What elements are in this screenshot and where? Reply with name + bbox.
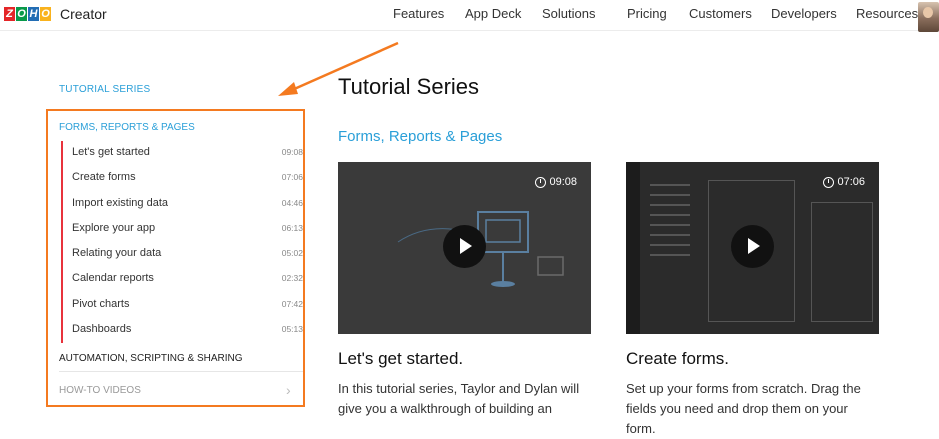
ui-line	[650, 244, 690, 246]
section-subtitle: Forms, Reports & Pages	[338, 128, 503, 145]
nav-resources[interactable]: Resources	[856, 6, 918, 21]
lesson-label: Dashboards	[72, 323, 132, 336]
lesson-duration: 07:42	[281, 298, 303, 309]
app-sidebar-graphic	[626, 162, 640, 334]
nav-pricing[interactable]: Pricing	[627, 6, 667, 21]
lesson-label: Import existing data	[72, 196, 168, 209]
ui-box	[811, 202, 873, 322]
video-time: 07:06	[837, 176, 865, 188]
play-icon[interactable]	[731, 225, 774, 268]
lesson-item[interactable]: Create forms 07:06	[63, 166, 303, 191]
howto-videos-link[interactable]: HOW-TO VIDEOS	[59, 385, 141, 396]
nav-features[interactable]: Features	[393, 6, 444, 21]
lesson-item[interactable]: Explore your app 06:13	[63, 217, 303, 242]
lesson-label: Calendar reports	[72, 272, 154, 285]
lesson-item[interactable]: Relating your data 05:02	[63, 242, 303, 267]
video-duration: 07:06	[823, 176, 865, 188]
ui-line	[650, 254, 690, 256]
avatar[interactable]	[918, 2, 939, 32]
lesson-duration: 05:02	[281, 248, 303, 259]
card-description: Set up your forms from scratch. Drag the…	[626, 381, 861, 436]
lesson-item[interactable]: Import existing data 04:46	[63, 192, 303, 217]
top-nav-bar: ZOHO Creator Features App Deck Solutions…	[0, 0, 939, 32]
lesson-duration: 02:32	[281, 273, 303, 284]
lesson-item[interactable]: Let's get started 09:08	[63, 141, 303, 166]
ui-line	[650, 214, 690, 216]
clock-icon	[535, 176, 547, 188]
lesson-list: Let's get started 09:08 Create forms 07:06…	[61, 141, 303, 344]
lesson-label: Let's get started	[72, 146, 150, 158]
lesson-item[interactable]: Pivot charts 07:42	[63, 293, 303, 318]
lesson-item[interactable]: Calendar reports 02:32	[63, 267, 303, 292]
play-icon[interactable]	[443, 225, 486, 268]
tutorial-series-link[interactable]: TUTORIAL SERIES	[59, 84, 150, 95]
ui-line	[650, 234, 690, 236]
nav-developers[interactable]: Developers	[771, 6, 837, 21]
ui-line	[650, 194, 690, 196]
clock-icon	[823, 176, 835, 188]
lesson-duration: 06:13	[281, 222, 303, 233]
video-thumbnail[interactable]: 07:06	[626, 162, 879, 334]
lesson-label: Create forms	[72, 171, 136, 184]
lesson-label: Relating your data	[72, 247, 162, 260]
video-duration: 09:08	[535, 176, 577, 188]
lesson-label: Explore your app	[72, 221, 156, 234]
forms-reports-section: FORMS, REPORTS & PAGES Let's get started…	[46, 109, 305, 407]
lesson-item[interactable]: Dashboards 05:13	[63, 318, 303, 343]
nav-customers[interactable]: Customers	[689, 6, 752, 21]
logo-text: Creator	[60, 6, 107, 22]
video-thumbnail[interactable]: 09:08	[338, 162, 591, 334]
ui-line	[650, 184, 690, 186]
chevron-right-icon[interactable]: ›	[286, 382, 291, 398]
lesson-duration: 09:08	[281, 147, 303, 157]
ui-line	[650, 204, 690, 206]
section-title[interactable]: FORMS, REPORTS & PAGES	[59, 122, 195, 133]
lesson-label: Pivot charts	[72, 297, 130, 310]
nav-solutions[interactable]: Solutions	[542, 6, 595, 21]
card-description: In this tutorial series, Taylor and Dyla…	[338, 381, 580, 416]
lesson-duration: 07:06	[281, 172, 303, 183]
video-time: 09:08	[549, 176, 577, 188]
page-title: Tutorial Series	[338, 74, 480, 99]
lesson-duration: 05:13	[281, 324, 303, 335]
ui-line	[650, 224, 690, 226]
card-title[interactable]: Create forms.	[626, 349, 729, 369]
automation-section-link[interactable]: AUTOMATION, SCRIPTING & SHARING	[59, 353, 243, 364]
zoho-logo-icon: ZOHO	[4, 7, 52, 21]
card-title[interactable]: Let's get started.	[338, 349, 463, 369]
divider	[59, 371, 303, 372]
lesson-duration: 04:46	[281, 197, 303, 208]
nav-app-deck[interactable]: App Deck	[465, 6, 521, 21]
zoho-creator-logo[interactable]: ZOHO Creator	[4, 6, 107, 22]
